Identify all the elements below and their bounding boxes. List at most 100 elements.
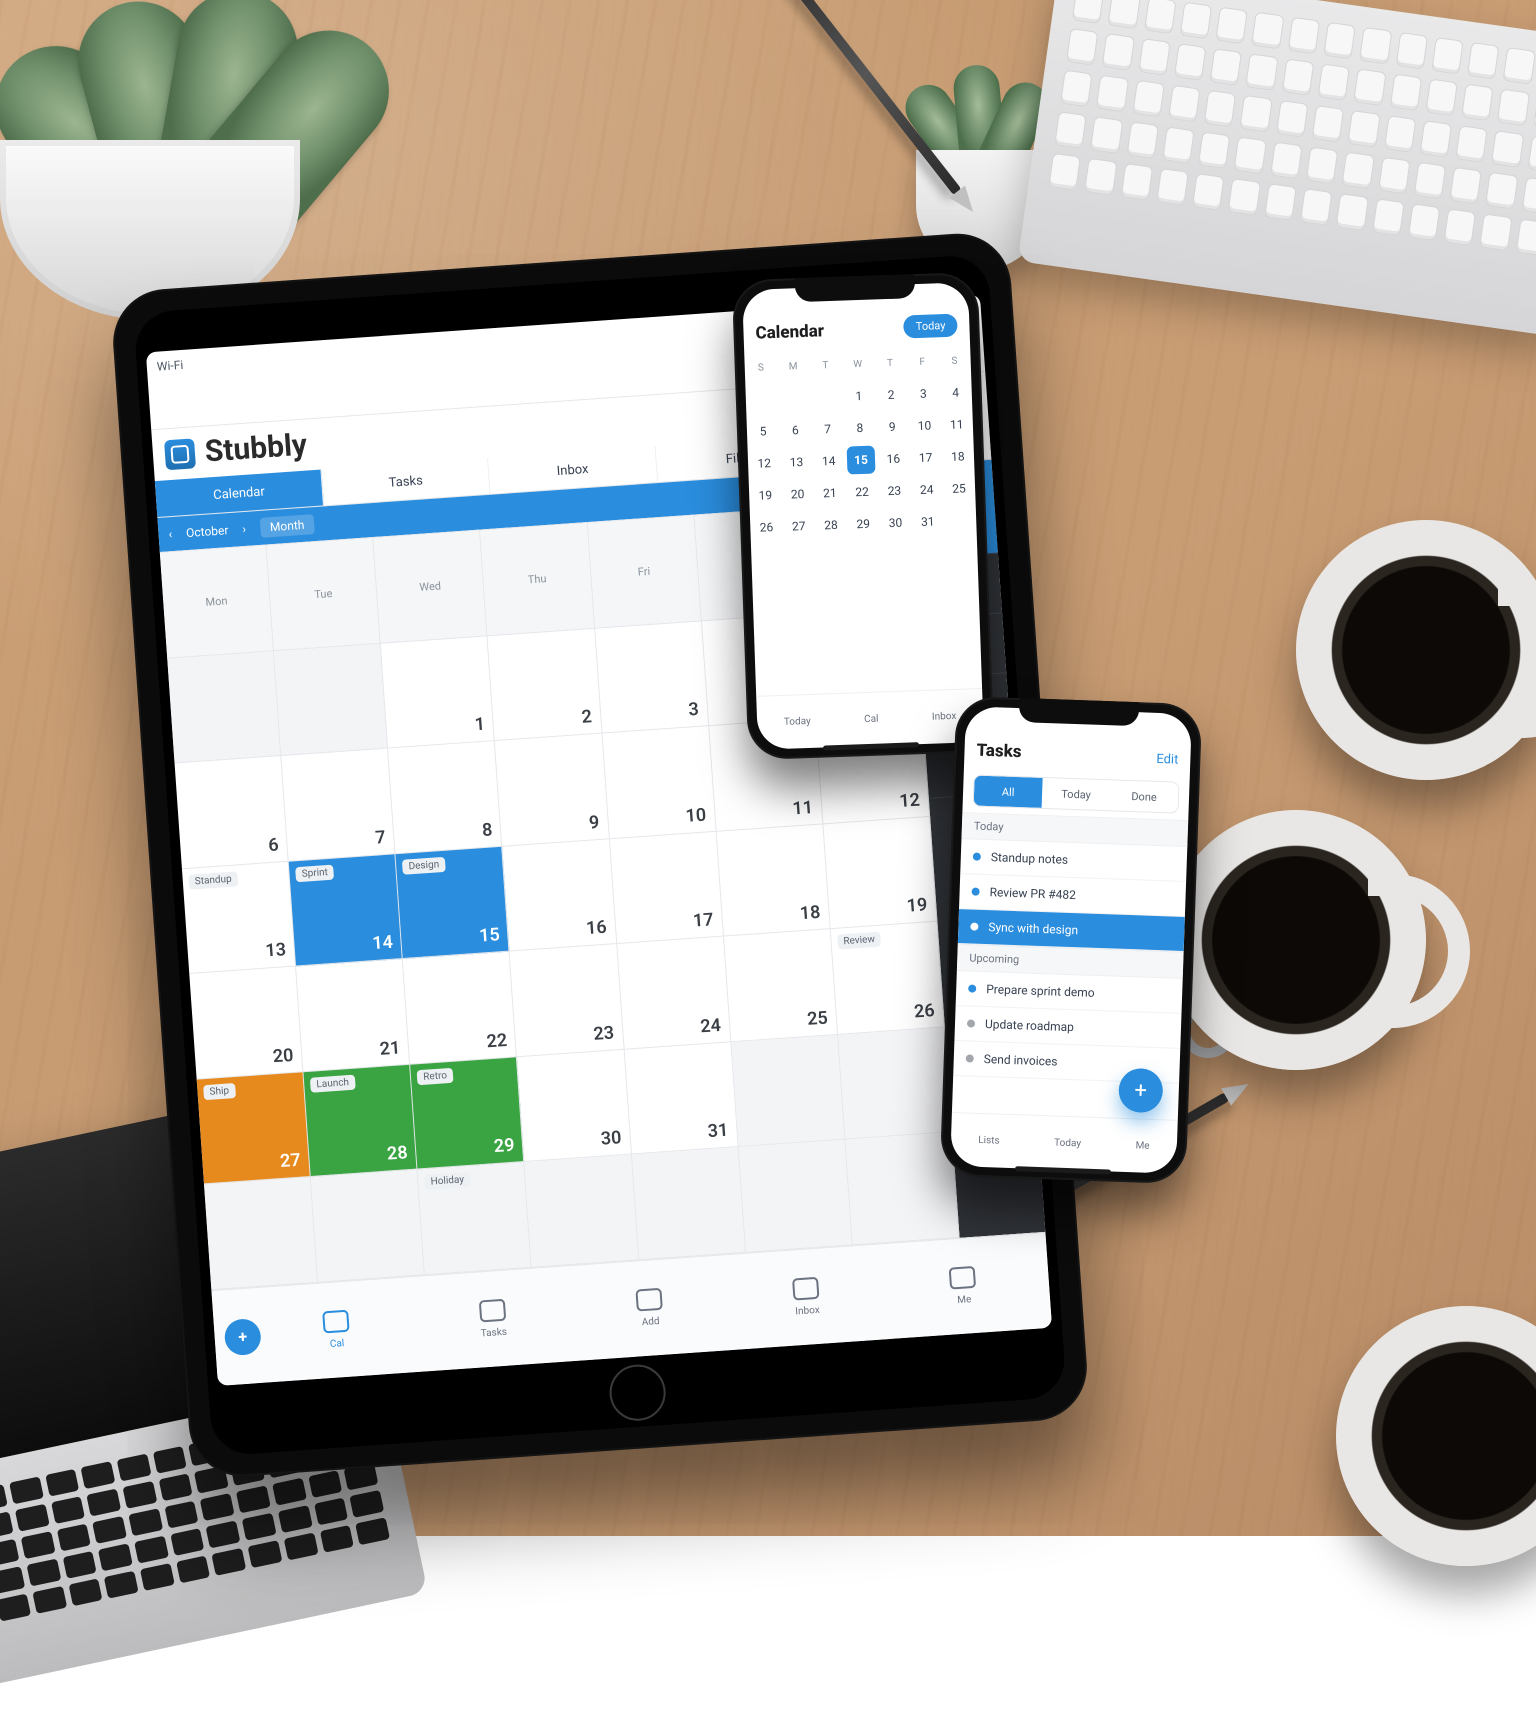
calendar-day[interactable]: 23 (510, 944, 624, 1057)
segment-all[interactable]: All (974, 776, 1043, 808)
event-tag: Design (402, 857, 446, 875)
mini-day[interactable]: 9 (878, 412, 907, 441)
day-number: 24 (700, 1015, 722, 1037)
mini-day[interactable]: 20 (783, 480, 812, 509)
day-number: 18 (799, 902, 821, 924)
mini-day[interactable]: 15 (846, 446, 875, 475)
mini-day[interactable]: 25 (944, 474, 973, 503)
calendar-day[interactable]: 16 (503, 839, 617, 952)
calendar-day[interactable]: 24 (617, 937, 731, 1050)
day-number: 15 (478, 924, 500, 946)
mini-day[interactable]: 11 (942, 410, 971, 439)
mini-day[interactable]: 29 (849, 510, 878, 539)
calendar-day[interactable]: 25 (724, 929, 838, 1042)
calendar-day[interactable]: Ship27 (197, 1072, 311, 1185)
segment-done[interactable]: Done (1110, 780, 1179, 812)
calendar-day[interactable] (525, 1155, 639, 1268)
nav-lists[interactable]: Lists (978, 1135, 1000, 1147)
mini-day[interactable]: 6 (781, 416, 810, 445)
calendar-day[interactable]: 20 (189, 967, 303, 1080)
mini-day[interactable]: 12 (750, 449, 779, 478)
day-number: 14 (372, 932, 394, 954)
mini-day[interactable]: 8 (845, 414, 874, 443)
calendar-day[interactable]: 7 (281, 749, 395, 862)
weekday-header: W (841, 348, 874, 381)
calendar-day[interactable]: 6 (175, 756, 289, 869)
mini-day[interactable]: 22 (848, 478, 877, 507)
calendar-day[interactable]: 21 (296, 959, 410, 1072)
mini-day[interactable]: 14 (814, 447, 843, 476)
today-button[interactable]: Today (903, 314, 957, 339)
mini-day[interactable]: 13 (782, 448, 811, 477)
mini-day[interactable]: 16 (879, 444, 908, 473)
nav-today[interactable]: Today (1054, 1138, 1081, 1150)
calendar-day[interactable]: 10 (602, 726, 716, 839)
mini-day[interactable]: 2 (876, 380, 905, 409)
calendar-day[interactable]: 30 (517, 1050, 631, 1163)
mini-day[interactable]: 27 (784, 512, 813, 541)
calendar-day[interactable]: Design 15 (396, 846, 510, 959)
nav-today[interactable]: Today (784, 716, 811, 728)
segment-today[interactable]: Today (1042, 778, 1111, 810)
calendar-day[interactable]: Launch28 (304, 1065, 418, 1178)
calendar-day[interactable] (167, 651, 281, 764)
calendar-day[interactable] (838, 1027, 952, 1140)
mini-day[interactable]: 21 (815, 479, 844, 508)
mini-day[interactable]: 23 (880, 476, 909, 505)
calendar-day[interactable] (738, 1140, 852, 1253)
calendar-day[interactable] (632, 1147, 746, 1260)
nav-me[interactable]: Me (1135, 1140, 1149, 1151)
fab-add[interactable]: + (224, 1317, 262, 1355)
nav-me[interactable]: Me (887, 1261, 1041, 1310)
phone-tasks: Tasks Edit AllTodayDone TodayStandup not… (940, 696, 1203, 1184)
mini-day[interactable]: 19 (751, 481, 780, 510)
mini-day[interactable]: 24 (912, 475, 941, 504)
nav-inbox[interactable]: Inbox (730, 1272, 884, 1321)
calendar-day[interactable]: 22 (403, 952, 517, 1065)
nav-cal[interactable]: Cal (864, 714, 879, 725)
nav-tasks[interactable]: Tasks (416, 1294, 570, 1343)
view-toggle[interactable]: Month (259, 514, 315, 538)
calendar-day[interactable]: 19 (823, 817, 937, 930)
nav-add[interactable]: Add (573, 1283, 727, 1332)
mini-day[interactable]: 10 (910, 411, 939, 440)
calendar-day[interactable] (731, 1035, 845, 1148)
calendar-day[interactable]: 3 (595, 621, 709, 734)
mini-day[interactable]: 4 (941, 378, 970, 407)
mini-day[interactable]: 18 (943, 442, 972, 471)
segmented-control[interactable]: AllTodayDone (973, 775, 1180, 814)
calendar-day[interactable]: 8 (388, 741, 502, 854)
calendar-day[interactable]: 17 (609, 832, 723, 945)
calendar-day[interactable]: 9 (495, 734, 609, 847)
nav-inbox[interactable]: Inbox (932, 711, 957, 723)
mini-day[interactable]: 31 (913, 507, 942, 536)
chevron-left-icon[interactable]: ‹ (168, 527, 173, 541)
mini-day[interactable]: 28 (816, 511, 845, 540)
calendar-day[interactable] (204, 1177, 318, 1290)
calendar-day[interactable]: 2 (488, 628, 602, 741)
calendar-day[interactable]: 31 (624, 1042, 738, 1155)
calendar-day[interactable]: 18 (716, 824, 830, 937)
weekday-header: T (873, 346, 906, 379)
calendar-day[interactable]: 1 (381, 636, 495, 749)
calendar-day[interactable] (274, 643, 388, 756)
nav-cal[interactable]: Cal (259, 1305, 413, 1354)
edit-button[interactable]: Edit (1156, 752, 1179, 768)
mini-day[interactable]: 5 (749, 417, 778, 446)
chevron-right-icon[interactable]: › (242, 522, 247, 536)
mini-day[interactable]: 7 (813, 415, 842, 444)
calendar-day[interactable]: Holiday (418, 1162, 532, 1275)
mini-day (945, 506, 974, 535)
bullet-icon (968, 984, 976, 992)
mini-day[interactable]: 26 (752, 513, 781, 542)
mini-day[interactable]: 1 (844, 382, 873, 411)
mini-day[interactable]: 17 (911, 443, 940, 472)
calendar-day[interactable]: Standup13 (182, 861, 296, 974)
phone-calendar: Calendar Today SMTWTFS123456789101112131… (732, 272, 995, 760)
calendar-day[interactable]: Review26 (831, 922, 945, 1035)
calendar-day[interactable]: Retro29 (410, 1057, 524, 1170)
mini-day[interactable]: 3 (909, 379, 938, 408)
calendar-day[interactable] (311, 1170, 425, 1283)
calendar-day[interactable]: Sprint14 (289, 854, 403, 967)
mini-day[interactable]: 30 (881, 508, 910, 537)
